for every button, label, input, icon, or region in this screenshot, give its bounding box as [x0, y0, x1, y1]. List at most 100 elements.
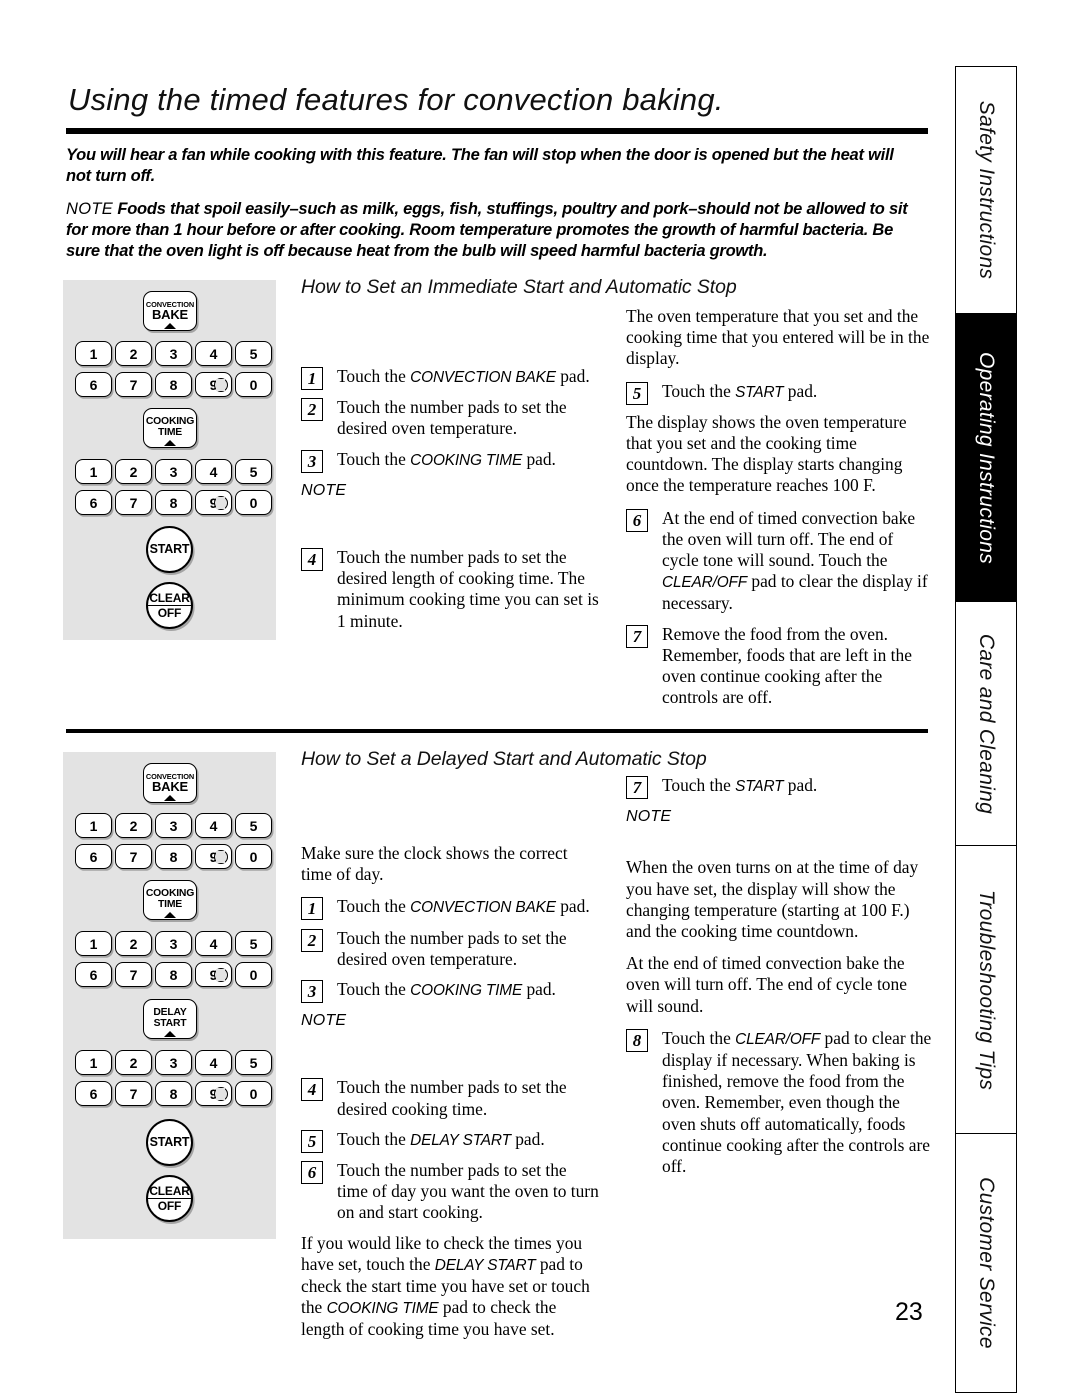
num-key-5[interactable]: 5 [235, 813, 272, 838]
start-key-label: START [149, 541, 190, 556]
num-key-1[interactable]: 1 [75, 341, 112, 366]
step-number: 7 [626, 776, 648, 799]
tab-care-and-cleaning[interactable]: Care and Cleaning [955, 601, 1017, 846]
num-key-6[interactable]: 6 [75, 490, 112, 515]
step-item: 3 Touch the COOKING TIME pad. [301, 979, 601, 1004]
num-key-7[interactable]: 7 [115, 490, 152, 515]
num-key-2[interactable]: 2 [115, 341, 152, 366]
num-key-8[interactable]: 8 [155, 962, 192, 987]
delay-start-key[interactable]: DELAY START [143, 999, 197, 1039]
keypad-notch-cover [216, 497, 225, 509]
keypad-notch-cover [216, 379, 225, 391]
tab-label: Care and Cleaning [975, 633, 998, 814]
keypad-row-3-b: 6 7 8 9 0 [75, 1081, 272, 1106]
step-text-post: pad. [522, 979, 556, 1000]
step-number: 5 [301, 1129, 323, 1153]
step-text-pre: Touch the [337, 896, 411, 917]
keypad-row-1-b: 6 7 8 9 0 [75, 844, 272, 869]
num-key-2[interactable]: 2 [115, 459, 152, 484]
num-key-4[interactable]: 4 [195, 931, 232, 956]
step-text-pre: Touch the [662, 775, 736, 795]
num-key-8[interactable]: 8 [155, 372, 192, 397]
num-key-4[interactable]: 4 [195, 341, 232, 366]
step-item: 2 Touch the number pads to set the desir… [301, 397, 601, 439]
keypad-row-2-a: 1 2 3 4 5 [75, 931, 272, 956]
step-text-pre: Touch the number pads to set the desired… [337, 397, 567, 439]
num-key-6[interactable]: 6 [75, 844, 112, 869]
num-key-2[interactable]: 2 [115, 931, 152, 956]
start-key[interactable]: START [146, 526, 193, 573]
num-key-1[interactable]: 1 [75, 1050, 112, 1075]
num-key-5[interactable]: 5 [235, 459, 272, 484]
cooking-time-key[interactable]: COOKING TIME [143, 880, 197, 920]
num-key-0[interactable]: 0 [235, 1081, 272, 1106]
step-text-pre: Remove the food from the oven. Remember,… [662, 623, 912, 708]
keypad-row-1-a: 1 2 3 4 5 [75, 813, 272, 838]
step-item: 5 Touch the START pad. [626, 381, 931, 405]
cooking-time-key-line2: TIME [157, 427, 183, 438]
num-key-0[interactable]: 0 [235, 372, 272, 397]
tab-troubleshooting-tips[interactable]: Troubleshooting Tips [955, 844, 1017, 1135]
num-key-8[interactable]: 8 [155, 844, 192, 869]
num-key-3[interactable]: 3 [155, 341, 192, 366]
step-text-pre: Touch the number pads to set the desired… [337, 1077, 567, 1119]
keypad-row-3-a: 1 2 3 4 5 [75, 1050, 272, 1075]
num-key-3[interactable]: 3 [155, 813, 192, 838]
num-key-7[interactable]: 7 [115, 372, 152, 397]
section-divider [66, 729, 928, 733]
num-key-0[interactable]: 0 [235, 490, 272, 515]
pad-name: COOKING TIME [326, 1300, 439, 1318]
num-key-8[interactable]: 8 [155, 490, 192, 515]
num-key-4[interactable]: 4 [195, 459, 232, 484]
step-item: 4 Touch the number pads to set the desir… [301, 547, 601, 632]
clear-off-key[interactable]: CLEAR OFF [146, 1175, 193, 1222]
convection-bake-key[interactable]: CONVECTION BAKE [143, 291, 197, 331]
num-key-7[interactable]: 7 [115, 962, 152, 987]
step-text-post: pad. [555, 366, 590, 386]
num-key-3[interactable]: 3 [155, 931, 192, 956]
num-key-4[interactable]: 4 [195, 813, 232, 838]
step-item: 7 Touch the START pad. [626, 775, 936, 799]
convection-bake-key-line2: BAKE [151, 779, 189, 795]
tab-operating-instructions[interactable]: Operating Instructions [955, 312, 1017, 603]
tab-customer-service[interactable]: Customer Service [955, 1133, 1017, 1393]
step-text-pre: Touch the number pads to set the time of… [337, 1160, 599, 1223]
step-item: 1 Touch the CONVECTION BAKE pad. [301, 896, 601, 921]
num-key-7[interactable]: 7 [115, 1081, 152, 1106]
keypad-row-1-b: 6 7 8 9 0 [75, 372, 272, 397]
num-key-4[interactable]: 4 [195, 1050, 232, 1075]
num-key-0[interactable]: 0 [235, 962, 272, 987]
num-key-6[interactable]: 6 [75, 372, 112, 397]
convection-bake-key[interactable]: CONVECTION BAKE [143, 763, 197, 803]
clear-off-key[interactable]: CLEAR OFF [146, 582, 193, 629]
intro-note-text: Foods that spoil easily–such as milk, eg… [66, 200, 908, 260]
num-key-5[interactable]: 5 [235, 931, 272, 956]
num-key-3[interactable]: 3 [155, 1050, 192, 1075]
num-key-6[interactable]: 6 [75, 962, 112, 987]
clear-off-key-label-bottom: OFF [157, 605, 182, 620]
num-key-2[interactable]: 2 [115, 1050, 152, 1075]
num-key-7[interactable]: 7 [115, 844, 152, 869]
tab-safety-instructions[interactable]: Safety Instructions [955, 66, 1017, 314]
num-key-0[interactable]: 0 [235, 844, 272, 869]
note-body-space [301, 501, 601, 547]
convection-bake-key-line2: BAKE [151, 307, 189, 323]
start-key[interactable]: START [146, 1119, 193, 1166]
clear-off-key-label-top: CLEAR [148, 590, 191, 606]
num-key-3[interactable]: 3 [155, 459, 192, 484]
pad-name: COOKING TIME [410, 982, 523, 1000]
num-key-6[interactable]: 6 [75, 1081, 112, 1106]
num-key-1[interactable]: 1 [75, 459, 112, 484]
num-key-5[interactable]: 5 [235, 341, 272, 366]
num-key-1[interactable]: 1 [75, 931, 112, 956]
num-key-2[interactable]: 2 [115, 813, 152, 838]
step-text-post: pad to clear the display if necessary. W… [662, 1027, 932, 1177]
cooking-time-key[interactable]: COOKING TIME [143, 408, 197, 448]
step-item: 7 Remove the food from the oven. Remembe… [626, 624, 931, 709]
step-text-pre: Touch the [337, 366, 411, 386]
num-key-8[interactable]: 8 [155, 1081, 192, 1106]
step-number: 4 [301, 1078, 323, 1102]
keypad-row-1-a: 1 2 3 4 5 [75, 341, 272, 366]
num-key-1[interactable]: 1 [75, 813, 112, 838]
num-key-5[interactable]: 5 [235, 1050, 272, 1075]
